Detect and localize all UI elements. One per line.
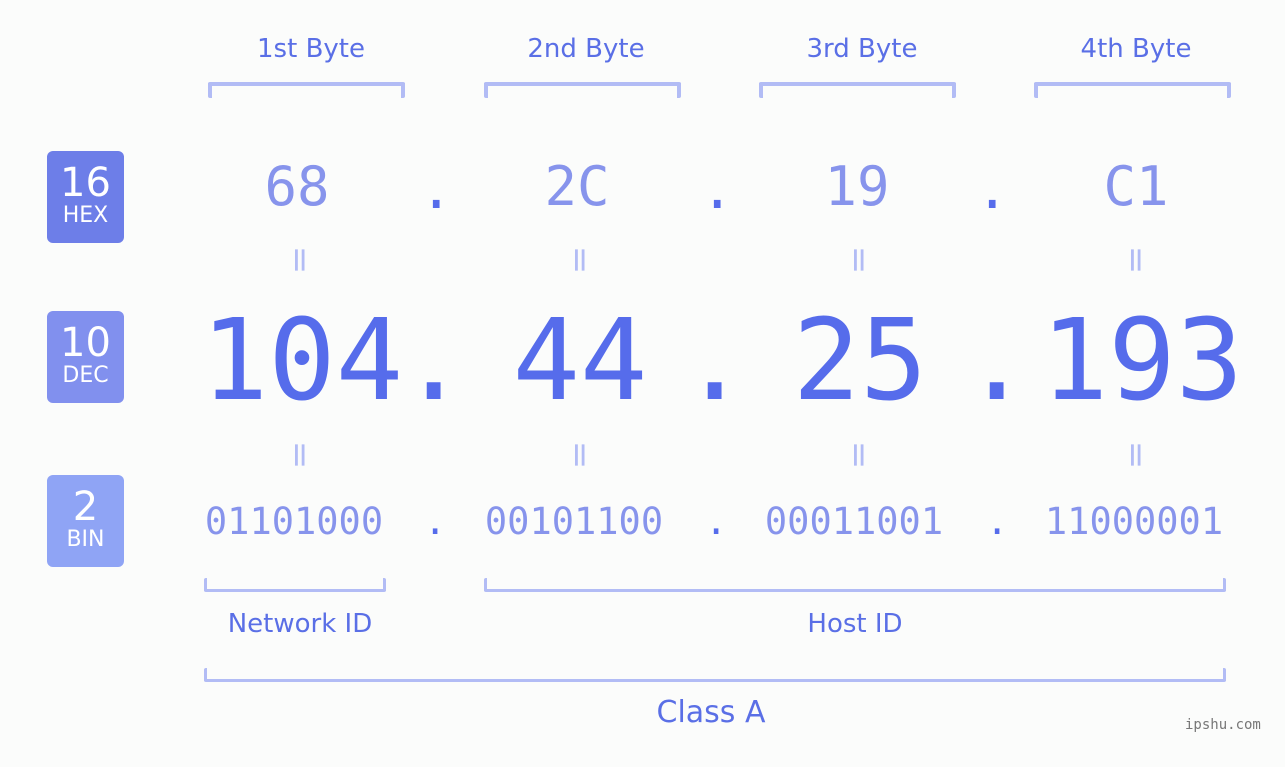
equals-icon: = [560,440,600,470]
hex-dot-2: . [701,158,734,221]
dec-byte-2: 44 [512,296,648,426]
dec-badge: 10 DEC [47,311,124,403]
bin-byte-4: 11000001 [1044,500,1224,543]
bin-badge: 2 BIN [47,475,124,567]
hex-byte-3: 19 [824,155,890,218]
dec-base-label: DEC [62,363,109,388]
equals-icon: = [839,440,879,470]
class-label: Class A [656,695,766,730]
byte-header-4: 4th Byte [1080,34,1192,64]
network-id-label: Network ID [227,609,373,639]
dec-dot-3: . [963,296,1031,426]
bin-dot-2: . [705,500,728,543]
byte-header-3: 3rd Byte [806,34,918,64]
dec-byte-3: 25 [792,296,928,426]
dec-byte-4: 193 [1040,296,1244,426]
equals-icon: = [560,245,600,275]
equals-icon: = [280,440,320,470]
byte-bracket-4 [1034,82,1231,98]
hex-byte-4: C1 [1103,155,1169,218]
bin-base-label: BIN [66,527,105,552]
equals-icon: = [839,245,879,275]
byte-bracket-2 [484,82,681,98]
host-id-label: Host ID [807,609,903,639]
bin-byte-2: 00101100 [484,500,664,543]
hex-dot-3: . [976,158,1009,221]
class-bracket [204,668,1226,682]
bin-dot-3: . [986,500,1009,543]
bin-dot-1: . [424,500,447,543]
network-id-bracket [204,578,386,592]
bin-byte-1: 01101000 [204,500,384,543]
dec-dot-1: . [400,296,468,426]
dec-dot-2: . [681,296,749,426]
dec-byte-1: 104 [200,296,404,426]
hex-byte-1: 68 [264,155,330,218]
hex-badge: 16 HEX [47,151,124,243]
equals-icon: = [280,245,320,275]
byte-bracket-3 [759,82,956,98]
equals-icon: = [1116,245,1156,275]
byte-header-2: 2nd Byte [527,34,645,64]
byte-header-1: 1st Byte [257,34,365,64]
hex-base-number: 16 [60,160,111,206]
bin-byte-3: 00011001 [764,500,944,543]
hex-dot-1: . [420,158,453,221]
byte-bracket-1 [208,82,405,98]
equals-icon: = [1116,440,1156,470]
bin-base-number: 2 [72,484,99,530]
host-id-bracket [484,578,1226,592]
hex-base-label: HEX [62,203,109,228]
hex-byte-2: 2C [544,155,610,218]
dec-base-number: 10 [60,320,111,366]
watermark: ipshu.com [1185,717,1261,733]
